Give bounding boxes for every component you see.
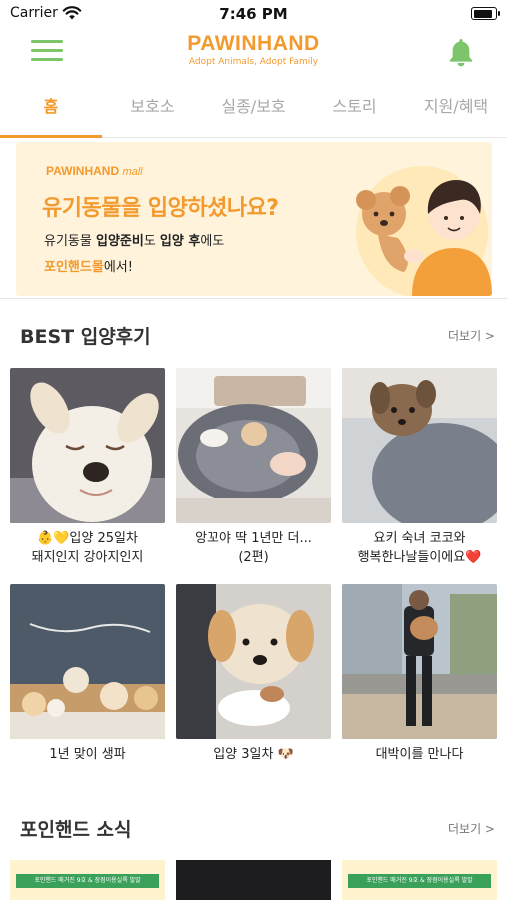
review-caption: 1년 맞이 생파 (49, 747, 126, 762)
review-card[interactable]: 👶💛입양 25일차 돼지인지 강아지인지 (10, 368, 165, 567)
mall-banner[interactable]: PAWINHAND mall 유기동물을 입양하셨나요? 유기동물 입양준비도 … (16, 142, 492, 296)
banner-text-line2: 포인핸드몰에서! (44, 260, 133, 275)
review-caption: 앙꼬야 딱 1년만 더... (2편) (195, 531, 312, 565)
logo-tagline: Adopt Animals, Adopt Family (188, 57, 319, 67)
review-card[interactable]: 앙꼬야 딱 1년만 더... (2편) (176, 368, 331, 567)
review-photo (342, 584, 497, 739)
review-photo (10, 368, 165, 523)
news-card[interactable] (176, 860, 331, 900)
banner-text-line1: 유기동물 입양준비도 입양 후에도 (44, 234, 225, 249)
news-badge: 포인핸드 매거진 9호 & 장점이용실록 발발 (348, 874, 491, 888)
tab-story[interactable]: 스토리 (304, 82, 405, 138)
review-photo (10, 584, 165, 739)
app-header: PAWINHAND Adopt Animals, Adopt Family (0, 28, 507, 76)
review-photo (176, 368, 331, 523)
battery-icon (471, 7, 500, 20)
banner-brand: PAWINHAND mall (46, 164, 143, 178)
review-card[interactable]: 1년 맞이 생파 (10, 584, 165, 764)
news-section-title: 포인핸드 소식 (20, 819, 132, 841)
reviews-section-title: BEST 입양후기 (20, 326, 151, 348)
logo-title: PAWINHAND (187, 32, 320, 55)
clock: 7:46 PM (219, 5, 288, 23)
review-card[interactable]: 대박이를 만나다 (342, 584, 497, 764)
tab-shelter[interactable]: 보호소 (102, 82, 203, 138)
news-badge: 포인핸드 매거진 9호 & 장점이용실록 발발 (16, 874, 159, 888)
review-caption: 요키 숙녀 코코와 행복한나날들이에요❤️ (357, 531, 482, 565)
banner-illustration (356, 166, 492, 296)
status-bar: Carrier 7:46 PM (0, 0, 507, 28)
app-logo: PAWINHAND Adopt Animals, Adopt Family (0, 32, 507, 67)
review-caption: 대박이를 만나다 (375, 747, 464, 762)
review-card[interactable]: 입양 3일차 🐶 (176, 584, 331, 764)
review-caption: 👶💛입양 25일차 돼지인지 강아지인지 (31, 531, 144, 565)
news-more-link[interactable]: 더보기 > (448, 820, 495, 837)
reviews-more-link[interactable]: 더보기 > (448, 327, 495, 344)
news-card[interactable]: 포인핸드 매거진 9호 & 장점이용실록 발발 (342, 860, 497, 900)
review-photo (176, 584, 331, 739)
tab-support[interactable]: 지원/혜택 (405, 82, 507, 138)
active-tab-indicator (0, 135, 102, 138)
tab-home[interactable]: 홈 (0, 82, 102, 138)
review-card[interactable]: 요키 숙녀 코코와 행복한나날들이에요❤️ (342, 368, 497, 567)
review-photo (342, 368, 497, 523)
bell-icon[interactable] (447, 37, 475, 67)
banner-headline: 유기동물을 입양하셨나요? (42, 196, 279, 221)
battery-level (473, 9, 492, 18)
news-card[interactable]: 포인핸드 매거진 9호 & 장점이용실록 발발 (10, 860, 165, 900)
section-divider (0, 298, 507, 299)
review-caption: 입양 3일차 🐶 (213, 747, 294, 762)
category-tabs: 홈 보호소 실종/보호 스토리 지원/혜택 (0, 82, 507, 138)
tab-lost-found[interactable]: 실종/보호 (203, 82, 304, 138)
